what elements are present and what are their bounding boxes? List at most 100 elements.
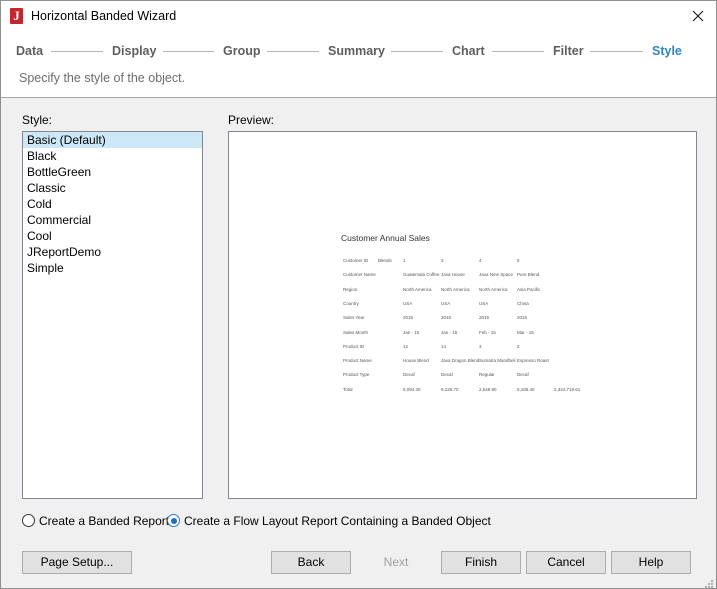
preview-cell: North America	[441, 286, 470, 292]
preview-cell: 5,185.40	[517, 386, 535, 392]
preview-row: Region North America North America North Am…	[229, 286, 696, 294]
preview-cell: Customer Name	[343, 272, 376, 278]
preview-cell: 12	[403, 343, 409, 349]
preview-cell: 5,094.40	[403, 386, 421, 392]
radio-unchecked[interactable]	[22, 514, 35, 527]
preview-cell: Sales Month	[343, 329, 369, 335]
preview-cell: 2015	[517, 315, 528, 321]
preview-panel: Customer Annual Sales Customer ID Blends 1…	[228, 131, 697, 499]
preview-cell: USA	[479, 300, 489, 306]
preview-cell: Product ID	[343, 343, 365, 349]
banded-report-label: Create a Banded Report	[39, 514, 170, 528]
page-setup-button[interactable]: Page Setup...	[22, 551, 132, 574]
style-item-cool[interactable]: Cool	[23, 228, 202, 244]
help-button[interactable]: Help	[611, 551, 691, 574]
step-data[interactable]: Data	[16, 43, 43, 59]
preview-cell: 3	[441, 258, 444, 263]
style-list[interactable]: Basic (Default) Black BottleGreen Classi…	[22, 131, 203, 499]
preview-cell: Blends	[378, 258, 392, 263]
preview-row: Product ID 12 14 3 2	[229, 343, 696, 351]
preview-row: Sales Year 2015 2015 2015 2015	[229, 314, 696, 322]
resize-grip-icon[interactable]	[704, 578, 714, 588]
step-summary[interactable]: Summary	[328, 43, 385, 59]
preview-cell: Product Name	[343, 358, 372, 364]
step-chart[interactable]: Chart	[452, 43, 485, 59]
preview-cell: North America	[403, 286, 432, 292]
preview-cell: Region	[343, 286, 358, 292]
preview-row: Customer Name Guatemala Coffee Java House J…	[229, 271, 696, 279]
wizard-steps: Data Display Group Summary Chart Filter …	[1, 43, 716, 59]
step-group[interactable]: Group	[223, 43, 261, 59]
preview-cell: 4	[479, 258, 482, 263]
style-item-classic[interactable]: Classic	[23, 180, 202, 196]
preview-cell: USA	[403, 300, 413, 306]
wizard-dialog: J Horizontal Banded Wizard Data Display …	[0, 0, 717, 589]
step-divider	[267, 51, 319, 52]
preview-cell: 5	[517, 258, 520, 263]
preview-cell: Jan - 15	[403, 329, 420, 335]
preview-cell: Java Nine Space	[479, 272, 514, 278]
step-filter[interactable]: Filter	[553, 43, 584, 59]
title-bar: J Horizontal Banded Wizard	[1, 1, 716, 32]
banded-report-option[interactable]: Create a Banded Report	[22, 513, 169, 529]
preview-cell: North America	[479, 286, 508, 292]
preview-cell: Decaf	[441, 372, 453, 378]
style-label: Style:	[22, 113, 53, 127]
preview-row: Customer ID Blends 1 3 4 5	[229, 257, 696, 265]
preview-cell: 2015	[441, 315, 452, 321]
preview-cell: Total	[343, 386, 353, 392]
wizard-header: J Horizontal Banded Wizard Data Display …	[1, 1, 716, 98]
preview-cell: Sumatra Mandheli	[479, 358, 516, 364]
preview-cell: Country	[343, 300, 359, 306]
step-divider	[492, 51, 544, 52]
preview-cell: Regular	[479, 372, 495, 378]
style-item-commercial[interactable]: Commercial	[23, 212, 202, 228]
preview-cell: 9,226.70	[441, 386, 459, 392]
style-item-bottlegreen[interactable]: BottleGreen	[23, 164, 202, 180]
preview-cell: Customer ID	[343, 258, 369, 263]
close-icon[interactable]	[689, 7, 707, 25]
preview-cell: 14	[441, 343, 447, 349]
cancel-button[interactable]: Cancel	[526, 551, 606, 574]
radio-checked[interactable]	[167, 514, 180, 527]
flow-layout-option[interactable]: Create a Flow Layout Report Containing a…	[167, 513, 491, 529]
app-logo-icon: J	[10, 8, 23, 24]
preview-row: Total 5,094.40 9,226.70 2,549.90 5,185.40 2,3…	[229, 386, 696, 394]
preview-row: Product Type Decaf Decaf Regular Decaf	[229, 371, 696, 379]
preview-cell: 2015	[479, 315, 490, 321]
back-button[interactable]: Back	[271, 551, 351, 574]
preview-cell: Feb - 15	[479, 329, 496, 335]
preview-cell: Espresso Roast	[517, 358, 549, 364]
next-button: Next	[356, 551, 436, 574]
step-divider	[163, 51, 214, 52]
style-item-basic[interactable]: Basic (Default)	[23, 132, 202, 148]
preview-cell: 2	[517, 343, 520, 349]
preview-cell: House Blend	[403, 358, 429, 364]
step-divider	[391, 51, 443, 52]
preview-cell: Java House	[441, 272, 465, 278]
preview-row: Country USA USA USA China	[229, 300, 696, 308]
preview-cell: Mar - 15	[517, 329, 534, 335]
preview-cell: Decaf	[517, 372, 529, 378]
preview-cell: 2,324,719.61	[554, 386, 581, 392]
flow-layout-label: Create a Flow Layout Report Containing a…	[184, 514, 491, 528]
style-item-cold[interactable]: Cold	[23, 196, 202, 212]
preview-cell: Decaf	[403, 372, 415, 378]
preview-report-title: Customer Annual Sales	[341, 233, 430, 243]
preview-cell: 3	[479, 343, 482, 349]
step-style[interactable]: Style	[652, 43, 682, 59]
preview-cell: Java Dragon Blend	[441, 358, 480, 364]
step-description: Specify the style of the object.	[19, 71, 186, 85]
preview-cell: 1	[403, 258, 406, 263]
style-item-black[interactable]: Black	[23, 148, 202, 164]
step-display[interactable]: Display	[112, 43, 156, 59]
preview-cell: Asia Pacific	[517, 286, 541, 292]
preview-row: Sales Month Jan - 15 Jan - 15 Feb - 15 Mar -…	[229, 329, 696, 337]
preview-cell: Product Type	[343, 372, 370, 378]
style-item-simple[interactable]: Simple	[23, 260, 202, 276]
preview-cell: Sales Year	[343, 315, 365, 321]
finish-button[interactable]: Finish	[441, 551, 521, 574]
preview-cell: 2015	[403, 315, 414, 321]
step-divider	[51, 51, 103, 52]
style-item-jreportdemo[interactable]: JReportDemo	[23, 244, 202, 260]
